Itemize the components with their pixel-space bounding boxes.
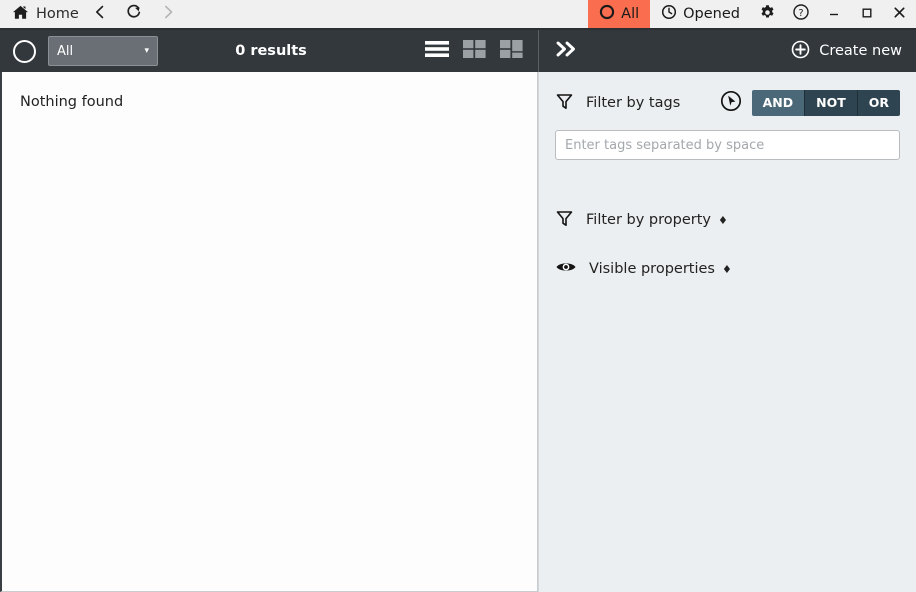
tab-all-label: All (621, 6, 640, 22)
funnel-icon (555, 209, 574, 232)
settings-button[interactable] (751, 0, 784, 28)
collapse-panel-button[interactable] (539, 39, 595, 63)
funnel-icon (555, 92, 574, 115)
title-bar-left: Home (0, 0, 185, 28)
close-icon (892, 5, 907, 24)
refresh-button[interactable] (117, 0, 151, 29)
logic-or-button[interactable]: OR (857, 90, 900, 116)
chevron-right-icon (160, 4, 176, 24)
tag-logic-group: AND NOT OR (720, 90, 900, 116)
minimize-button[interactable] (817, 0, 850, 28)
visible-properties-marker: ♦ (721, 262, 732, 276)
mosaic-view-icon (499, 38, 524, 64)
filter-by-tags-row: Filter by tags AND NOT OR (555, 90, 900, 116)
title-bar-right: All Opened ? (588, 0, 916, 28)
results-count: 0 results (235, 43, 307, 59)
gear-icon (759, 4, 776, 25)
results-pane: All ▾ 0 results Nothing found (0, 30, 538, 592)
tab-all[interactable]: All (588, 0, 651, 28)
status-indicator-button[interactable] (0, 39, 48, 63)
results-content: Nothing found (0, 72, 538, 592)
home-label: Home (36, 6, 79, 22)
svg-text:?: ? (798, 8, 803, 19)
help-button[interactable]: ? (784, 0, 817, 28)
type-filter-value: All (57, 43, 74, 59)
maximize-button[interactable] (850, 0, 883, 28)
filter-pane-header: Create new (538, 30, 916, 72)
tab-opened-label: Opened (683, 6, 740, 22)
refresh-icon (125, 3, 143, 25)
filter-pane-body: Filter by tags AND NOT OR Enter tags sep… (538, 72, 916, 592)
clock-icon (661, 4, 677, 24)
filter-by-property-label: Filter by property (586, 212, 711, 228)
chevron-left-icon (92, 4, 108, 24)
minimize-icon (827, 5, 841, 24)
view-mode-list-button[interactable] (424, 38, 450, 64)
help-circle-icon: ? (792, 3, 810, 25)
tab-opened[interactable]: Opened (650, 0, 751, 28)
view-mode-grid-button[interactable] (462, 38, 487, 64)
title-bar: Home All Opened ? (0, 0, 916, 30)
visible-properties-label: Visible properties (589, 261, 715, 277)
circle-outline-icon (12, 39, 36, 63)
tags-input[interactable] (555, 130, 900, 160)
cursor-circle-icon[interactable] (720, 90, 742, 116)
home-icon (12, 4, 29, 25)
create-new-label: Create new (819, 43, 902, 59)
chevron-down-icon: ▾ (144, 46, 149, 56)
filter-by-tags-label: Filter by tags (586, 95, 681, 111)
app-body: All ▾ 0 results Nothing found Create new… (0, 30, 916, 592)
view-mode-mosaic-button[interactable] (499, 38, 524, 64)
tag-logic-segmented: AND NOT OR (751, 90, 900, 116)
create-new-button[interactable]: Create new (791, 40, 916, 63)
double-chevron-right-icon (554, 39, 580, 63)
logic-and-button[interactable]: AND (751, 90, 806, 116)
logic-not-button[interactable]: NOT (805, 90, 858, 116)
filter-pane: Create new Filter by tags AND NOT OR Ent… (538, 30, 916, 592)
list-view-icon (424, 38, 450, 64)
results-toolbar: All ▾ 0 results (0, 30, 538, 72)
forward-button[interactable] (151, 0, 185, 29)
home-button[interactable]: Home (8, 0, 83, 28)
maximize-icon (860, 5, 874, 24)
plus-circle-icon (791, 40, 810, 63)
back-button[interactable] (83, 0, 117, 29)
eye-icon (555, 258, 577, 280)
filter-by-property-row[interactable]: Filter by property ♦ (555, 207, 900, 233)
empty-state-message: Nothing found (20, 94, 124, 110)
visible-properties-row[interactable]: Visible properties ♦ (555, 256, 900, 282)
filter-by-property-marker: ♦ (718, 213, 728, 227)
type-filter-select[interactable]: All ▾ (48, 36, 158, 66)
circle-outline-icon (599, 4, 615, 24)
view-mode-group (424, 38, 538, 64)
grid-view-icon (462, 38, 487, 64)
close-button[interactable] (883, 0, 916, 28)
